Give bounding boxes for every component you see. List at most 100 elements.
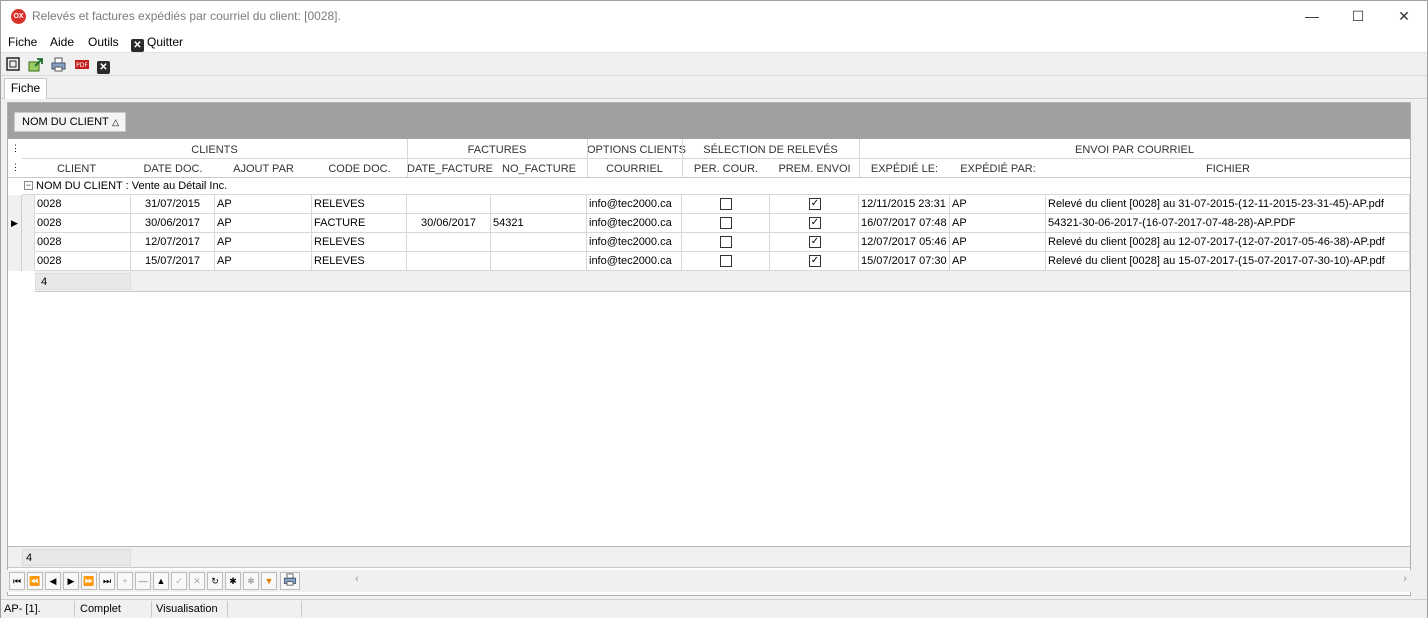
cell-prem-envoi[interactable]: ✓: [770, 252, 859, 271]
group-count: 4: [41, 276, 48, 288]
status-separator: [74, 601, 75, 617]
checkbox-unchecked[interactable]: [720, 198, 732, 210]
bookmark-icon[interactable]: ✱: [225, 572, 241, 590]
minimize-button[interactable]: —: [1289, 1, 1335, 32]
band-factures[interactable]: FACTURES: [407, 144, 587, 156]
group-indent: [22, 233, 35, 252]
band-clients[interactable]: CLIENTS: [22, 144, 407, 156]
cell-per-cour[interactable]: [682, 195, 770, 214]
scroll-left-icon[interactable]: ‹: [355, 573, 359, 585]
cell-date-doc: 12/07/2017: [131, 233, 215, 252]
col-per-cour[interactable]: PER. COUR.: [682, 163, 770, 175]
row-indicator[interactable]: [8, 252, 22, 271]
cell-courriel: info@tec2000.ca: [587, 233, 682, 252]
band-separator: [22, 158, 1410, 159]
close-icon[interactable]: ✕: [97, 57, 113, 74]
col-courriel[interactable]: COURRIEL: [587, 163, 682, 175]
app-icon: OX: [11, 9, 26, 24]
insert-icon[interactable]: +: [117, 572, 133, 590]
pdf-icon[interactable]: PDF: [74, 57, 90, 73]
cell-prem-envoi[interactable]: ✓: [770, 214, 859, 233]
col-code-doc[interactable]: CODE DOC.: [312, 163, 407, 175]
menu-quitter-label: Quitter: [147, 35, 184, 49]
col-prem-envoi[interactable]: PREM. ENVOI: [770, 163, 859, 175]
column-customize-icon-2[interactable]: ⋮: [11, 162, 20, 173]
band-options-clients[interactable]: OPTIONS CLIENTS: [587, 144, 686, 156]
fit-window-icon[interactable]: [5, 57, 21, 73]
col-client[interactable]: CLIENT: [22, 163, 131, 175]
menu-bar: Fiche Aide Outils ✕ Quitter: [1, 32, 1427, 53]
delete-icon[interactable]: —: [135, 572, 151, 590]
goto-bookmark-icon[interactable]: ✱: [243, 572, 259, 590]
table-row[interactable]: 0028 15/07/2017 AP RELEVES info@tec2000.ca ✓ 1…: [8, 252, 1410, 271]
col-date-doc[interactable]: DATE DOC.: [131, 163, 215, 175]
scroll-right-icon[interactable]: ›: [1403, 573, 1407, 585]
tab-fiche[interactable]: Fiche: [4, 78, 47, 99]
cell-per-cour[interactable]: [682, 233, 770, 252]
checkbox-checked[interactable]: ✓: [809, 236, 821, 248]
cell-prem-envoi[interactable]: ✓: [770, 195, 859, 214]
first-icon[interactable]: ⏮: [9, 572, 25, 590]
group-by-panel[interactable]: NOM DU CLIENT △: [8, 103, 1410, 139]
column-customize-icon[interactable]: ⋮: [11, 143, 20, 154]
table-row[interactable]: 0028 31/07/2015 AP RELEVES info@tec2000.ca ✓ 1…: [8, 195, 1410, 214]
export-icon[interactable]: [27, 57, 43, 73]
prev-page-icon[interactable]: ⏪: [27, 572, 43, 590]
cell-per-cour[interactable]: [682, 214, 770, 233]
menu-quitter[interactable]: ✕ Quitter: [131, 35, 183, 52]
table-row[interactable]: ▶ 0028 30/06/2017 AP FACTURE 30/06/2017 54321 i…: [8, 214, 1410, 233]
cell-date-doc: 30/06/2017: [131, 214, 215, 233]
band-envoi-par-courriel[interactable]: ENVOI PAR COURRIEL: [859, 144, 1410, 156]
row-indicator[interactable]: [8, 195, 22, 214]
menu-aide[interactable]: Aide: [50, 35, 74, 49]
menu-fiche[interactable]: Fiche: [8, 35, 37, 49]
collapse-icon[interactable]: −: [24, 181, 33, 190]
checkbox-checked[interactable]: ✓: [809, 255, 821, 267]
cell-prem-envoi[interactable]: ✓: [770, 233, 859, 252]
cell-courriel: info@tec2000.ca: [587, 195, 682, 214]
col-expedie-le[interactable]: EXPÉDIÉ LE:: [859, 163, 950, 175]
cell-expedie-le: 12/07/2017 05:46: [859, 233, 950, 252]
cell-per-cour[interactable]: [682, 252, 770, 271]
checkbox-unchecked[interactable]: [720, 236, 732, 248]
col-no-facture[interactable]: NO_FACTURE: [491, 163, 587, 175]
next-page-icon[interactable]: ⏩: [81, 572, 97, 590]
checkbox-unchecked[interactable]: [720, 255, 732, 267]
print-icon[interactable]: [280, 572, 300, 590]
title-bar[interactable]: OX Relevés et factures expédiés par cour…: [1, 1, 1427, 32]
col-date-facture[interactable]: DATE_FACTURE: [407, 163, 493, 175]
checkbox-checked[interactable]: ✓: [809, 217, 821, 229]
menu-outils[interactable]: Outils: [88, 35, 119, 49]
checkbox-checked[interactable]: ✓: [809, 198, 821, 210]
status-mode: Visualisation: [156, 603, 218, 615]
col-ajout-par[interactable]: AJOUT PAR: [215, 163, 312, 175]
row-indicator[interactable]: ▶: [8, 214, 22, 233]
data-grid: NOM DU CLIENT △ ⋮ ⋮ CLIENTS FACTURES OPTI…: [7, 102, 1411, 596]
table-row[interactable]: 0028 12/07/2017 AP RELEVES info@tec2000.ca ✓ 1…: [8, 233, 1410, 252]
last-icon[interactable]: ⏭: [99, 572, 115, 590]
checkbox-unchecked[interactable]: [720, 217, 732, 229]
cell-ajout-par: AP: [215, 214, 312, 233]
band-divider: [407, 139, 408, 177]
status-state: Complet: [80, 603, 121, 615]
band-selection-releves[interactable]: SÉLECTION DE RELEVÉS: [682, 144, 859, 156]
horizontal-scrollbar[interactable]: ‹ ›: [307, 573, 1407, 589]
next-icon[interactable]: ▶: [63, 572, 79, 590]
cancel-icon[interactable]: ✕: [189, 572, 205, 590]
print-icon[interactable]: [50, 57, 66, 73]
close-window-button[interactable]: ✕: [1381, 1, 1427, 32]
refresh-icon[interactable]: ↻: [207, 572, 223, 590]
grid-navigator: ⏮ ⏪ ◀ ▶ ⏩ ⏭ + — ▲ ✓ ✕ ↻ ✱ ✱ ▼ ‹ ›: [7, 570, 1411, 592]
col-fichier[interactable]: FICHIER: [1046, 163, 1410, 175]
row-indicator[interactable]: [8, 233, 22, 252]
cell-fichier: Relevé du client [0028] au 31-07-2015-(1…: [1046, 195, 1410, 214]
group-chip-nom-du-client[interactable]: NOM DU CLIENT △: [14, 112, 126, 132]
col-expedie-par[interactable]: EXPÉDIÉ PAR:: [950, 163, 1046, 175]
group-row[interactable]: − NOM DU CLIENT : Vente au Détail Inc.: [22, 178, 1410, 195]
cell-date-facture: [407, 233, 491, 252]
filter-icon[interactable]: ▼: [261, 572, 277, 590]
edit-icon[interactable]: ▲: [153, 572, 169, 590]
post-icon[interactable]: ✓: [171, 572, 187, 590]
maximize-button[interactable]: ☐: [1335, 1, 1381, 32]
prev-icon[interactable]: ◀: [45, 572, 61, 590]
